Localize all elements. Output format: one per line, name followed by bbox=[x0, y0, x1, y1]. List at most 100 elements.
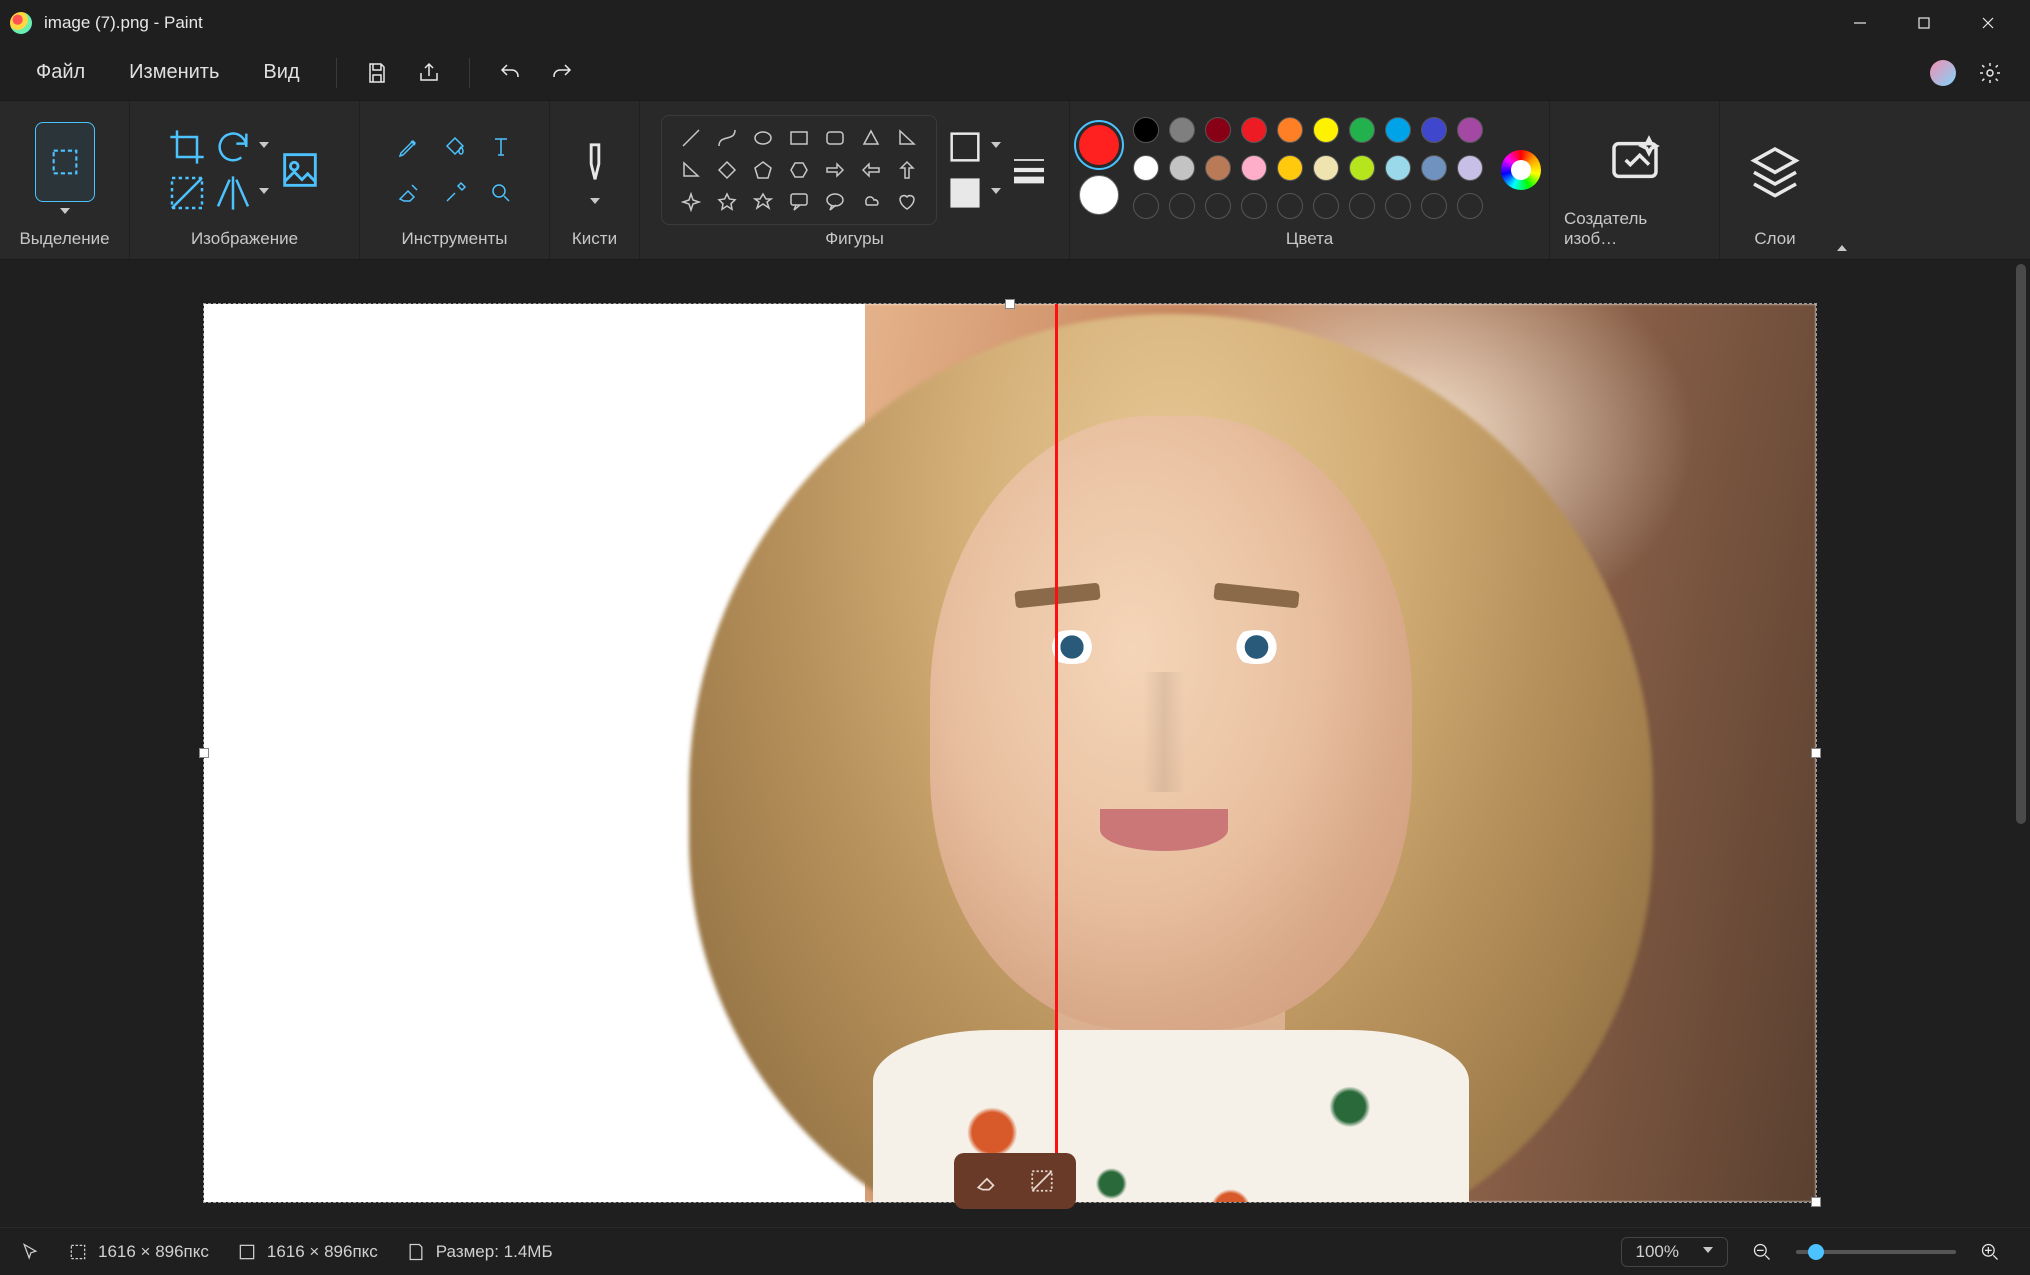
shapes-gallery[interactable] bbox=[661, 115, 937, 225]
user-avatar[interactable] bbox=[1930, 60, 1956, 86]
custom-color-slot[interactable] bbox=[1205, 193, 1231, 219]
custom-color-slot[interactable] bbox=[1421, 193, 1447, 219]
shape-diamond-icon[interactable] bbox=[712, 156, 742, 184]
shape-callout-rect-icon[interactable] bbox=[784, 188, 814, 216]
menu-file[interactable]: Файл bbox=[18, 53, 103, 92]
select-tool[interactable] bbox=[35, 122, 95, 202]
flip-button[interactable] bbox=[213, 173, 253, 213]
shape-star4-icon[interactable] bbox=[676, 188, 706, 216]
save-button[interactable] bbox=[355, 51, 399, 95]
shape-arrow-left-icon[interactable] bbox=[856, 156, 886, 184]
shape-line-icon[interactable] bbox=[676, 124, 706, 152]
custom-color-slot[interactable] bbox=[1169, 193, 1195, 219]
primary-color[interactable] bbox=[1079, 125, 1119, 165]
fill-tool[interactable] bbox=[434, 126, 476, 168]
custom-color-slot[interactable] bbox=[1277, 193, 1303, 219]
color-swatch[interactable] bbox=[1205, 155, 1231, 181]
color-swatch[interactable] bbox=[1385, 155, 1411, 181]
vertical-scrollbar[interactable] bbox=[2014, 260, 2028, 1227]
brush-dropdown[interactable] bbox=[590, 198, 600, 208]
color-swatch[interactable] bbox=[1133, 155, 1159, 181]
shape-callout-cloud-icon[interactable] bbox=[856, 188, 886, 216]
undo-button[interactable] bbox=[488, 51, 532, 95]
color-swatch[interactable] bbox=[1349, 155, 1375, 181]
layers-button[interactable] bbox=[1747, 142, 1803, 198]
shape-curve-icon[interactable] bbox=[712, 124, 742, 152]
custom-color-slot[interactable] bbox=[1313, 193, 1339, 219]
shape-hexagon-icon[interactable] bbox=[784, 156, 814, 184]
shape-rect-icon[interactable] bbox=[784, 124, 814, 152]
color-swatch[interactable] bbox=[1133, 117, 1159, 143]
shape-pentagon-icon[interactable] bbox=[748, 156, 778, 184]
color-swatch[interactable] bbox=[1457, 117, 1483, 143]
custom-color-slot[interactable] bbox=[1241, 193, 1267, 219]
color-swatch[interactable] bbox=[1385, 117, 1411, 143]
resize-handle-br[interactable] bbox=[1811, 1197, 1821, 1207]
secondary-color[interactable] bbox=[1079, 175, 1119, 215]
color-swatch[interactable] bbox=[1421, 155, 1447, 181]
stroke-width-button[interactable] bbox=[1009, 150, 1049, 190]
color-swatch[interactable] bbox=[1241, 117, 1267, 143]
eraser-quick-button[interactable] bbox=[970, 1163, 1006, 1199]
resize-button[interactable] bbox=[277, 147, 323, 193]
resize-handle-top[interactable] bbox=[1005, 299, 1015, 309]
zoom-out-button[interactable] bbox=[1742, 1232, 1782, 1272]
menu-view[interactable]: Вид bbox=[245, 53, 317, 92]
maximize-button[interactable] bbox=[1892, 0, 1956, 45]
settings-button[interactable] bbox=[1968, 51, 2012, 95]
color-swatch[interactable] bbox=[1277, 155, 1303, 181]
shape-fill-button[interactable] bbox=[945, 173, 985, 213]
color-swatch[interactable] bbox=[1349, 117, 1375, 143]
menu-edit[interactable]: Изменить bbox=[111, 53, 237, 92]
color-swatch[interactable] bbox=[1205, 117, 1231, 143]
shape-star5-icon[interactable] bbox=[712, 188, 742, 216]
color-swatch[interactable] bbox=[1241, 155, 1267, 181]
color-swatch[interactable] bbox=[1277, 117, 1303, 143]
eyedropper-tool[interactable] bbox=[434, 172, 476, 214]
resize-handle-left[interactable] bbox=[199, 748, 209, 758]
color-swatch[interactable] bbox=[1169, 117, 1195, 143]
share-button[interactable] bbox=[407, 51, 451, 95]
remove-bg-quick-button[interactable] bbox=[1024, 1163, 1060, 1199]
select-dropdown[interactable] bbox=[60, 208, 70, 218]
shape-heart-icon[interactable] bbox=[892, 188, 922, 216]
magnifier-tool[interactable] bbox=[480, 172, 522, 214]
shape-polygon-icon[interactable] bbox=[856, 124, 886, 152]
text-tool[interactable] bbox=[480, 126, 522, 168]
custom-color-slot[interactable] bbox=[1133, 193, 1159, 219]
remove-bg-button[interactable] bbox=[167, 173, 207, 213]
flip-dropdown[interactable] bbox=[259, 188, 269, 198]
rotate-button[interactable] bbox=[213, 127, 253, 167]
image-creator-button[interactable] bbox=[1607, 132, 1663, 188]
shape-star6-icon[interactable] bbox=[748, 188, 778, 216]
color-swatch[interactable] bbox=[1313, 155, 1339, 181]
custom-color-slot[interactable] bbox=[1385, 193, 1411, 219]
eraser-tool[interactable] bbox=[388, 172, 430, 214]
redo-button[interactable] bbox=[540, 51, 584, 95]
zoom-slider-knob[interactable] bbox=[1808, 1244, 1824, 1260]
minimize-button[interactable] bbox=[1828, 0, 1892, 45]
crop-button[interactable] bbox=[167, 127, 207, 167]
ribbon-collapse[interactable] bbox=[1837, 241, 1847, 251]
shape-arrow-up-icon[interactable] bbox=[892, 156, 922, 184]
color-swatch[interactable] bbox=[1421, 117, 1447, 143]
shape-callout-oval-icon[interactable] bbox=[820, 188, 850, 216]
color-swatch[interactable] bbox=[1169, 155, 1195, 181]
shape-arrow-right-icon[interactable] bbox=[820, 156, 850, 184]
zoom-dropdown[interactable]: 100% bbox=[1621, 1237, 1728, 1267]
shape-righttri-icon[interactable] bbox=[676, 156, 706, 184]
shape-triangle-icon[interactable] bbox=[892, 124, 922, 152]
resize-handle-right[interactable] bbox=[1811, 748, 1821, 758]
color-swatch[interactable] bbox=[1313, 117, 1339, 143]
shape-roundrect-icon[interactable] bbox=[820, 124, 850, 152]
zoom-in-button[interactable] bbox=[1970, 1232, 2010, 1272]
edit-colors-button[interactable] bbox=[1501, 150, 1541, 190]
pencil-tool[interactable] bbox=[388, 126, 430, 168]
brush-tool[interactable] bbox=[572, 132, 618, 192]
shape-outline-button[interactable] bbox=[945, 127, 985, 167]
zoom-slider[interactable] bbox=[1796, 1250, 1956, 1254]
close-button[interactable] bbox=[1956, 0, 2020, 45]
scrollbar-thumb[interactable] bbox=[2016, 264, 2026, 824]
rotate-dropdown[interactable] bbox=[259, 142, 269, 152]
shape-oval-icon[interactable] bbox=[748, 124, 778, 152]
